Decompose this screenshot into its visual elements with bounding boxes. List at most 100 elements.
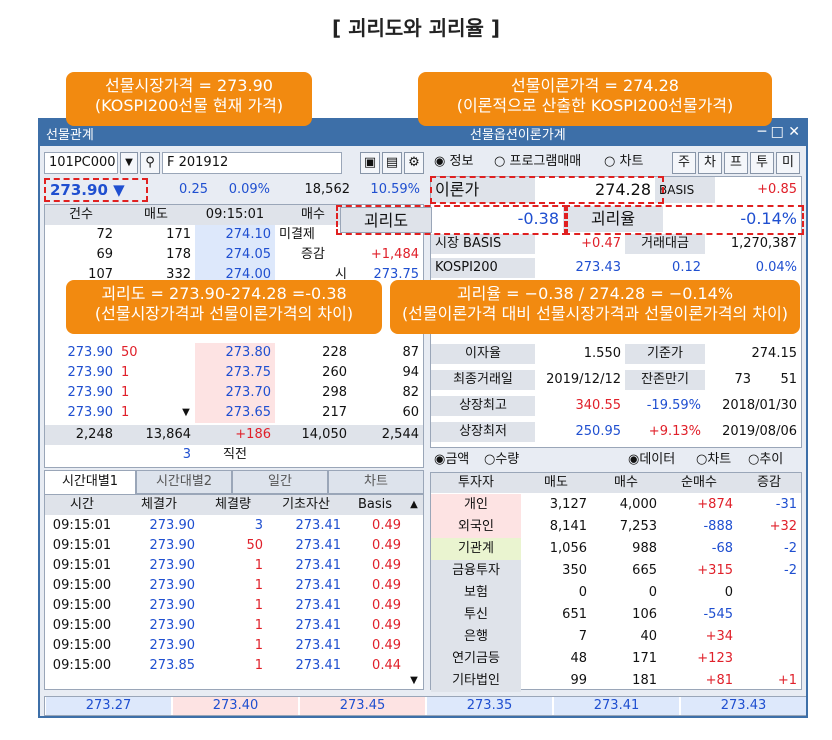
info-value: +9.13% [648,424,701,439]
investor-cell: 1,056 [549,541,587,556]
investor-name: 개인 [431,494,521,516]
chevron-down-icon[interactable]: ▼ [177,403,195,423]
code-input[interactable]: 101PC000 [44,152,118,174]
document-icon[interactable]: ▤ [382,152,402,174]
radio-chart[interactable]: ○ 차트 [600,152,660,172]
investor-header: 매수 [591,473,661,493]
bid-price[interactable]: 273.65 [195,403,275,423]
trades-header: 체결가 [119,495,199,515]
ask-price[interactable]: 274.10 [195,225,275,245]
trade-cell: 1 [254,658,263,673]
trade-cell: 0.44 [372,658,401,673]
trade-cell: 09:15:00 [52,638,112,653]
gear-icon[interactable]: ⚙ [404,152,424,174]
info-value: 274.15 [751,346,798,361]
investor-name: 은행 [431,626,521,648]
bid-price[interactable]: 273.75 [195,363,275,383]
info-value: 2018/01/30 [722,398,797,413]
kospi-pct: 0.04% [755,260,797,275]
close-icon[interactable]: ─ □ ✕ [758,124,800,140]
radio-data[interactable]: ◉데이터 [624,450,694,470]
trade-cell: 0.49 [372,578,401,593]
chevron-up-icon[interactable]: ▲ [405,495,423,515]
price-change-pct: 0.09% [228,182,270,197]
trade-cell: 273.90 [149,578,196,593]
bid-count: 1 [121,405,130,420]
info-value: 250.95 [575,424,622,439]
market-basis-value: +0.47 [581,236,621,251]
radio-trend[interactable]: ○추이 [744,450,802,470]
trades-header: 기초자산 [267,495,345,515]
investor-cell: 7,253 [619,519,657,534]
ask-price[interactable]: 274.05 [195,245,275,265]
tab-daily[interactable]: 일간 [232,470,328,494]
btn-program[interactable]: 프 [724,152,748,174]
investor-cell [737,648,801,670]
radio-program[interactable]: ○ 프로그램매매 [490,152,610,172]
investor-name: 보험 [431,582,521,604]
tab-chart[interactable]: 차트 [328,470,424,494]
trade-cell: 09:15:01 [52,538,112,553]
investor-cell: 988 [632,541,657,556]
trade-cell: 0.49 [372,618,401,633]
side-label: 증감 [301,247,325,262]
tab-timeline2[interactable]: 시간대별2 [136,470,232,494]
radio-chart2[interactable]: ○차트 [692,450,748,470]
investor-header: 증감 [737,473,801,493]
trade-cell: 0.49 [372,538,401,553]
investor-cell: 3,127 [549,497,587,512]
chevron-down-icon[interactable]: ▼ [120,152,138,174]
bid-cnt: 60 [402,405,419,420]
trade-cell: 0.49 [372,638,401,653]
trade-cell: 50 [246,538,263,553]
investor-cell: 48 [570,651,587,666]
info-label: 상장최고 [431,396,535,416]
footer-label: 직전 [223,447,247,462]
investor-cell: +32 [769,519,797,534]
investor-cell: -2 [784,541,797,556]
bid-cnt: 82 [402,385,419,400]
kospi-label: KOSPI200 [431,258,535,278]
btn-investor[interactable]: 투 [750,152,774,174]
bid-count: 1 [121,365,130,380]
trade-cell: 273.41 [295,658,342,673]
chevron-down-icon[interactable]: ▼ [405,671,423,691]
tab-timeline1[interactable]: 시간대별1 [44,470,136,494]
basis-label: BASIS [655,177,715,203]
trade-cell: 09:15:00 [52,658,112,673]
ask-qty: 178 [166,247,191,262]
trades-header: 체결량 [199,495,267,515]
info-value: 2019/08/06 [722,424,797,439]
bottom-bar-cell: 273.40 [173,697,298,715]
trade-cell: 1 [254,578,263,593]
trade-cell: 3 [254,518,263,533]
price-change: 0.25 [179,182,208,197]
trade-cell: 09:15:00 [52,618,112,633]
investor-header: 순매수 [661,473,737,493]
info-value: 73 [734,372,751,387]
btn-stock[interactable]: 주 [672,152,696,174]
bid-price[interactable]: 273.80 [195,343,275,363]
bid-price[interactable]: 273.70 [195,383,275,403]
bid-last: 273.90 [67,345,114,360]
btn-chart[interactable]: 차 [698,152,722,174]
trade-cell: 273.41 [295,638,342,653]
info-value: 2019/12/12 [546,372,621,387]
trades-header: 시간 [45,495,119,515]
investor-cell: 0 [578,585,587,600]
bid-qty: 260 [322,365,347,380]
investor-cell: 350 [562,563,587,578]
radio-quantity[interactable]: ○수량 [480,450,540,470]
investor-cell: +123 [697,651,733,666]
search-icon[interactable]: ⚲ [140,152,160,174]
volume-pct: 10.59% [370,182,420,197]
ask-count: 69 [96,247,113,262]
window-icon[interactable]: ▣ [360,152,380,174]
btn-open-interest[interactable]: 미 [776,152,800,174]
quote-header: 건수 [45,205,117,225]
total-cell: 14,050 [275,425,351,445]
highlight-theory [430,176,664,204]
trade-cell: 09:15:01 [52,558,112,573]
kospi-value: 273.43 [575,260,622,275]
side-value: +1,484 [370,247,419,262]
